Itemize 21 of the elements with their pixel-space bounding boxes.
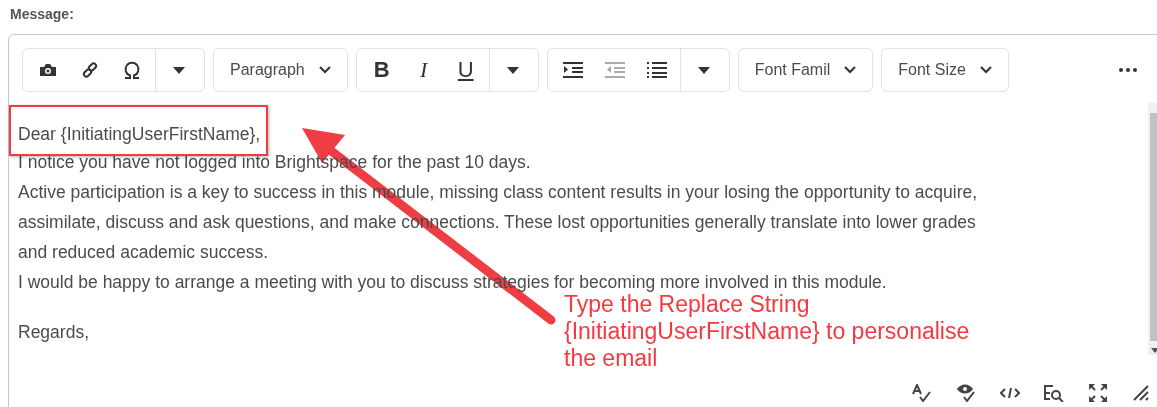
fullscreen-icon[interactable]: [1088, 383, 1108, 403]
callout-text: Type the Replace String {InitiatingUserFirstName} to personalise the email: [564, 291, 970, 372]
format-button[interactable]: U: [444, 49, 487, 91]
format-button[interactable]: B: [360, 49, 403, 91]
chevron-icon: [318, 66, 331, 74]
spellcheck-icon[interactable]: [912, 384, 932, 402]
field-label: Message:: [10, 6, 74, 22]
scroll-down-icon[interactable]: [1151, 348, 1157, 353]
format-button[interactable]: I: [402, 49, 445, 91]
font-size-dropdown[interactable]: Font Size: [881, 48, 1009, 92]
font-family-dropdown[interactable]: Font Famil: [737, 48, 874, 92]
message-line: and reduced academic success.: [18, 241, 268, 264]
chevron-icon: [979, 66, 992, 74]
message-line: Regards,: [18, 321, 89, 344]
paragraph-dropdown[interactable]: Paragraph: [213, 48, 348, 92]
code-icon[interactable]: [1000, 387, 1020, 399]
message-line: Dear {InitiatingUserFirstName},: [18, 123, 261, 146]
resize-handle-icon[interactable]: [1132, 384, 1150, 402]
find-icon[interactable]: [1044, 384, 1064, 402]
chevron-icon: [844, 66, 857, 74]
preview-icon[interactable]: [956, 384, 976, 402]
